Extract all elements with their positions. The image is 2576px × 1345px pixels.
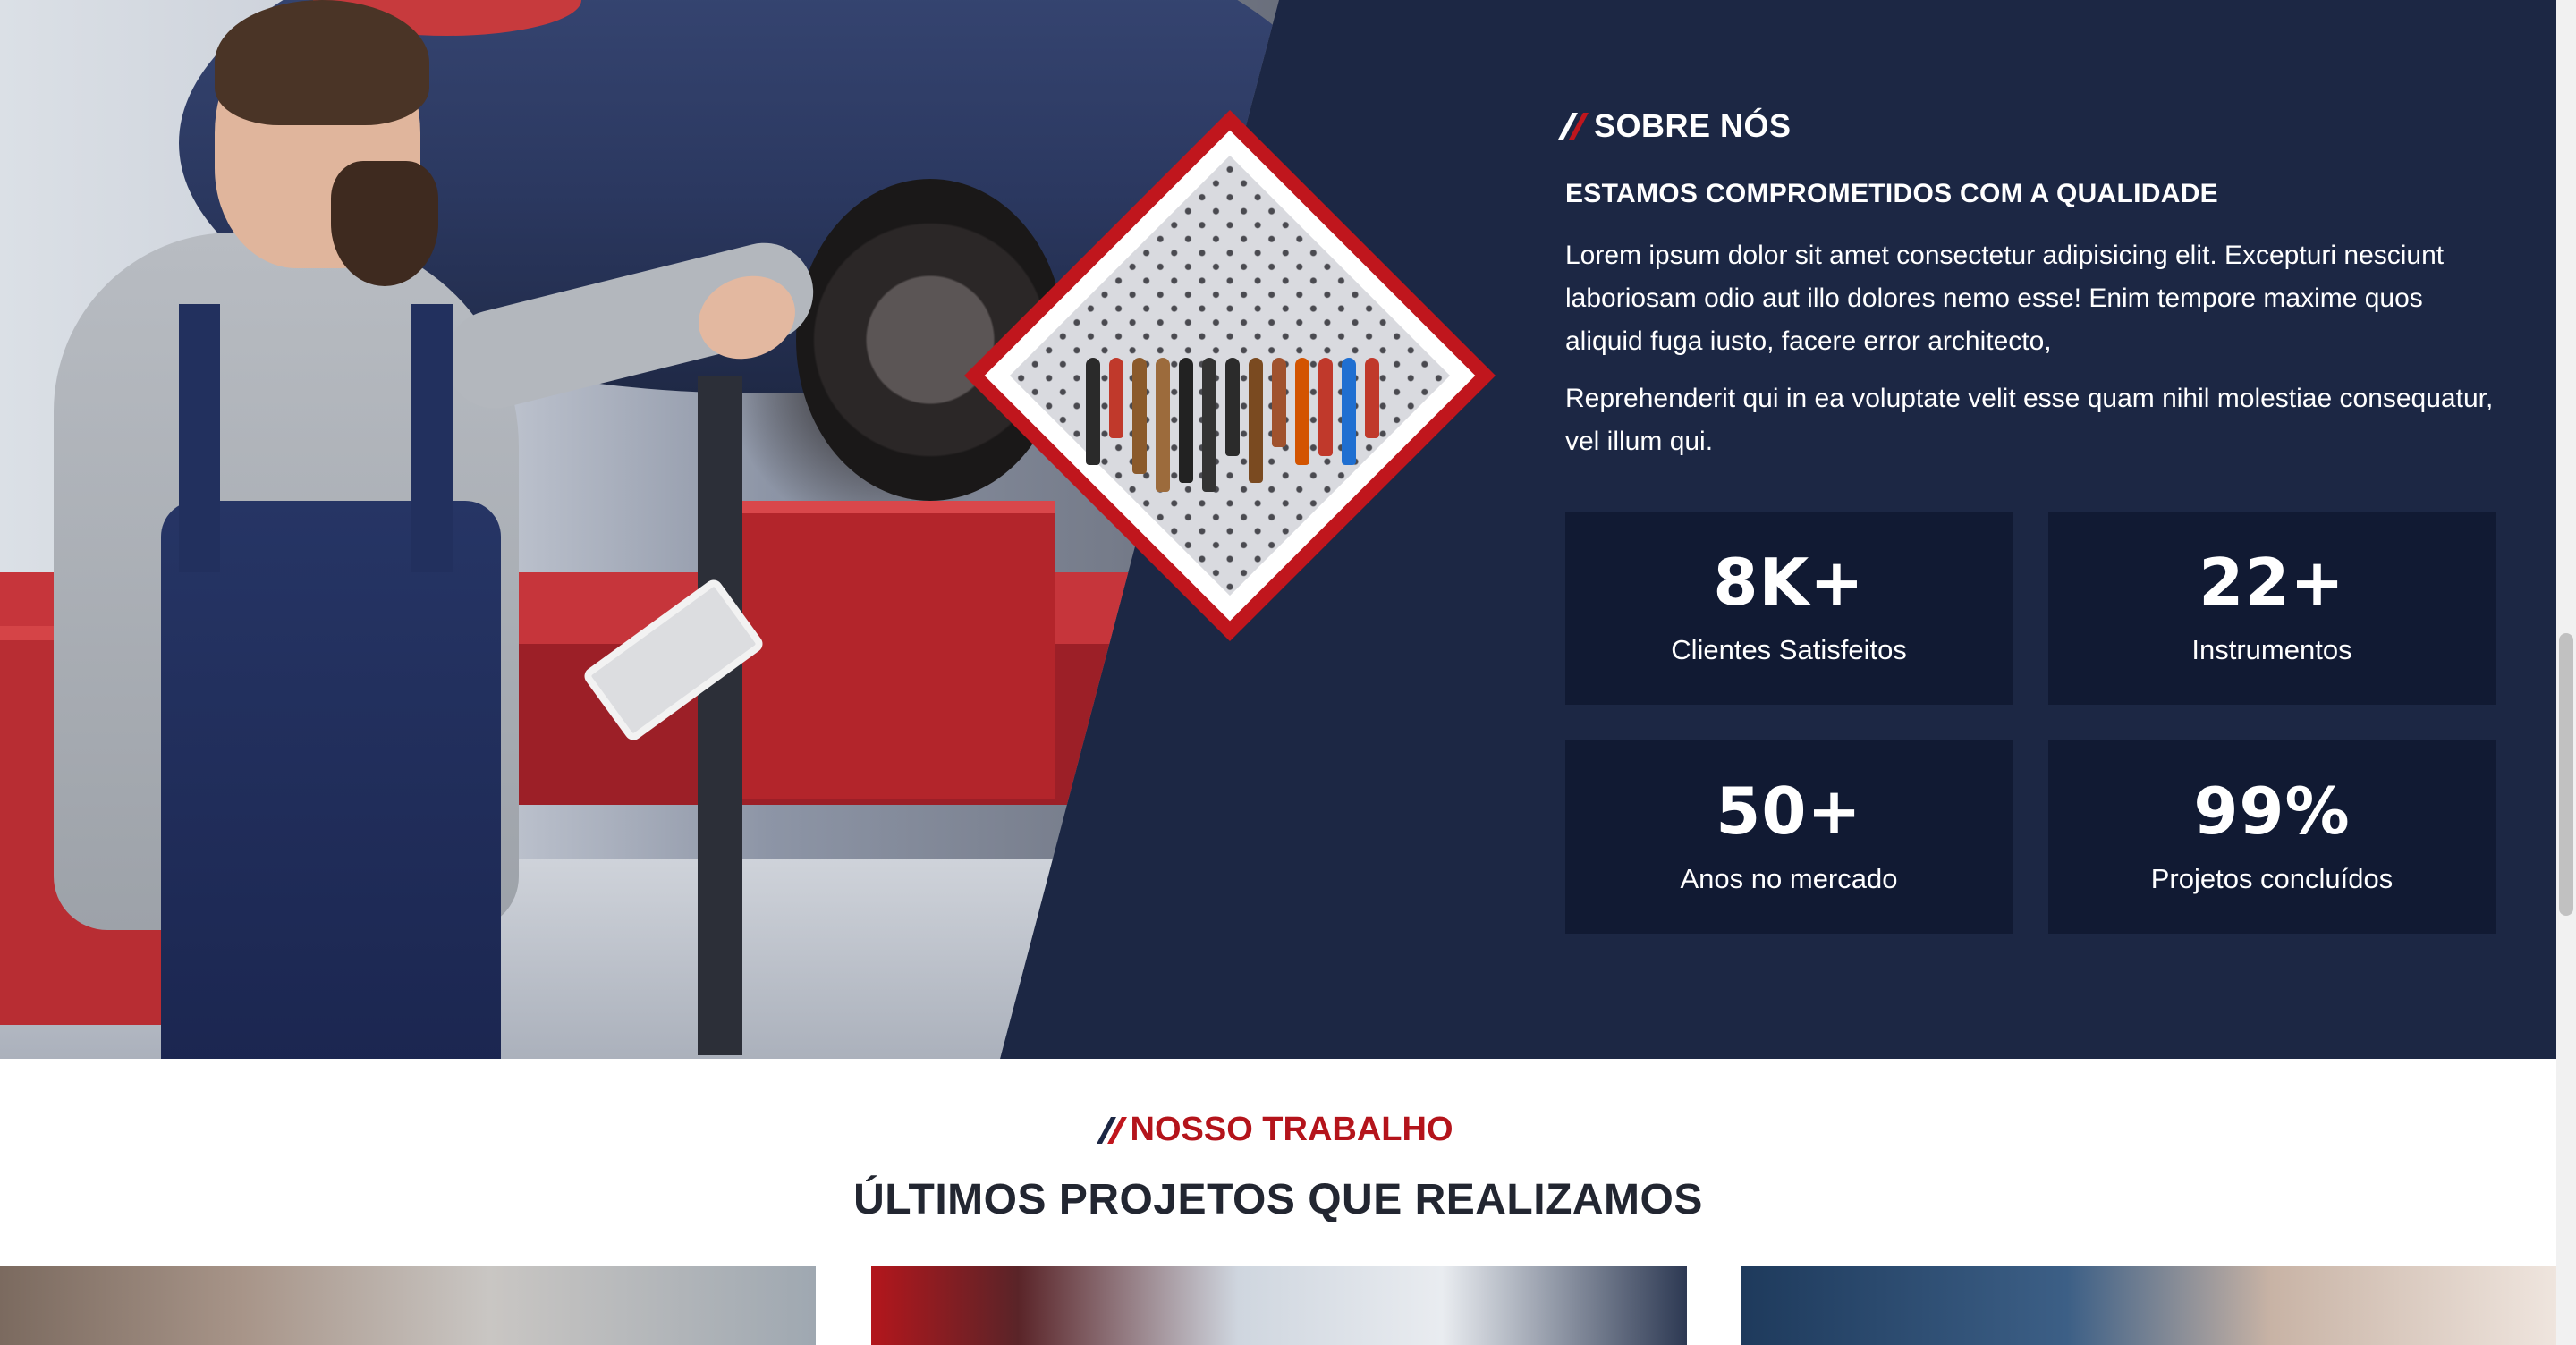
projects-title: ÚLTIMOS PROJETOS QUE REALIZAMOS xyxy=(853,1176,1703,1223)
mechanic-photo xyxy=(0,0,1279,1059)
tools-pegboard xyxy=(1018,358,1447,519)
projects-eyebrow-text: NOSSO TRABALHO xyxy=(1130,1111,1453,1148)
stat-label: Instrumentos xyxy=(2191,634,2352,665)
stat-card-clients: 8K+ Clientes Satisfeitos xyxy=(1565,512,2012,705)
about-heading: ESTAMOS COMPROMETIDOS COM A QUALIDADE xyxy=(1565,179,2218,208)
about-section: SOBRE NÓS ESTAMOS COMPROMETIDOS COM A QU… xyxy=(0,0,2556,1059)
stat-label: Anos no mercado xyxy=(1680,863,1898,894)
stat-card-instruments: 22+ Instrumentos xyxy=(2048,512,2496,705)
stat-card-years: 50+ Anos no mercado xyxy=(1565,740,2012,934)
scrollbar-thumb[interactable] xyxy=(2559,633,2573,916)
stat-value: 50+ xyxy=(1716,774,1862,849)
about-text-block: SOBRE NÓS ESTAMOS COMPROMETIDOS COM A QU… xyxy=(1558,107,2496,463)
about-paragraph-1: Lorem ipsum dolor sit amet consectetur a… xyxy=(1565,241,2445,356)
project-thumbnail-1[interactable] xyxy=(0,1266,816,1345)
project-thumbnail-3[interactable] xyxy=(1741,1266,2556,1345)
projects-section: NOSSO TRABALHO ÚLTIMOS PROJETOS QUE REAL… xyxy=(0,1059,2556,1345)
scrollbar[interactable] xyxy=(2556,0,2576,1345)
stats-grid: 8K+ Clientes Satisfeitos 22+ Instrumento… xyxy=(1565,512,2496,934)
about-paragraph-2: Reprehenderit qui in ea voluptate velit … xyxy=(1565,384,2494,456)
project-thumbnail-2[interactable] xyxy=(871,1266,1687,1345)
stat-value: 99% xyxy=(2193,774,2351,849)
double-slash-icon xyxy=(1558,113,1589,140)
stat-card-projects: 99% Projetos concluídos xyxy=(2048,740,2496,934)
double-slash-icon xyxy=(1096,1116,1127,1144)
stat-value: 8K+ xyxy=(1713,545,1865,620)
stat-label: Clientes Satisfeitos xyxy=(1671,634,1907,665)
stat-label: Projetos concluídos xyxy=(2150,863,2394,894)
about-eyebrow-text: SOBRE NÓS xyxy=(1594,107,1792,144)
page: SOBRE NÓS ESTAMOS COMPROMETIDOS COM A QU… xyxy=(0,0,2576,1345)
stat-value: 22+ xyxy=(2199,545,2345,620)
projects-eyebrow: NOSSO TRABALHO xyxy=(0,1111,2556,1149)
about-eyebrow: SOBRE NÓS xyxy=(1558,107,2496,145)
